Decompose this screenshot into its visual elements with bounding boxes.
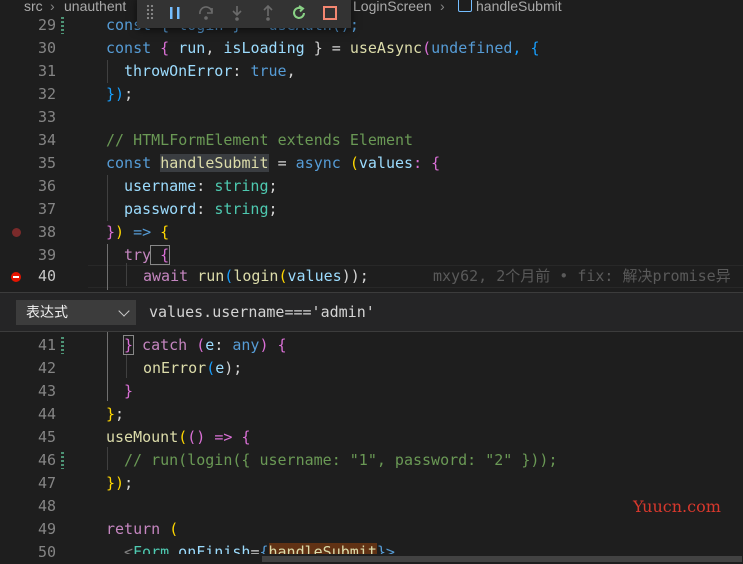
- code-line-29[interactable]: 29 const { login } = useAuth();: [0, 14, 743, 37]
- code-line-37[interactable]: 37 password: string;: [0, 198, 743, 221]
- breadcrumb-symbol[interactable]: handleSubmit: [476, 0, 562, 13]
- code-line-32[interactable]: 32 });: [0, 83, 743, 106]
- code-line-49[interactable]: 49 return (: [0, 518, 743, 541]
- breadcrumb-component[interactable]: LoginScreen: [353, 0, 432, 13]
- code-line-45[interactable]: 45 useMount(() => {: [0, 426, 743, 449]
- code-line-39[interactable]: 39 try {: [0, 244, 743, 267]
- code-line-38[interactable]: 38 }) => {: [0, 221, 743, 244]
- code-line-48[interactable]: 48: [0, 495, 743, 518]
- code-line-35[interactable]: 35 const handleSubmit = async (values: {: [0, 152, 743, 175]
- code-line-44[interactable]: 44 };: [0, 403, 743, 426]
- code-line-31[interactable]: 31 throwOnError: true,: [0, 60, 743, 83]
- debug-toolbar: [137, 0, 351, 28]
- step-over-icon[interactable]: [196, 3, 216, 23]
- git-blame-annotation: mxy62, 2个月前 • fix: 解决promise异: [433, 267, 731, 285]
- stop-icon[interactable]: [320, 3, 340, 23]
- git-modified-marker: [61, 17, 64, 34]
- chevron-down-icon: [118, 305, 130, 317]
- pause-icon[interactable]: [165, 3, 185, 23]
- breakpoint-condition-editor: 表达式 values.username==='admin': [0, 292, 743, 332]
- breakpoint-type-select[interactable]: 表达式: [16, 300, 136, 325]
- code-line-34[interactable]: 34 // HTMLFormElement extends Element: [0, 129, 743, 152]
- code-line-43[interactable]: 43 }: [0, 380, 743, 403]
- breadcrumb-separator: ›: [50, 0, 55, 14]
- scrollbar-thumb[interactable]: [262, 556, 742, 562]
- code-line-47[interactable]: 47 });: [0, 472, 743, 495]
- code-line-30[interactable]: 30 const { run, isLoading } = useAsync(u…: [0, 37, 743, 60]
- horizontal-scrollbar[interactable]: [88, 554, 743, 562]
- breadcrumb-separator: ›: [440, 0, 445, 14]
- code-line-33[interactable]: 33: [0, 106, 743, 129]
- watermark: Yuucn.com: [633, 497, 721, 516]
- drag-handle-icon[interactable]: [146, 4, 154, 20]
- breadcrumb-folder[interactable]: unauthent: [64, 0, 126, 13]
- step-into-icon[interactable]: [227, 3, 247, 23]
- git-modified-marker: [61, 452, 64, 469]
- restart-icon[interactable]: [289, 3, 309, 23]
- code-line-41[interactable]: 41 } catch (e: any) {: [0, 334, 743, 357]
- breadcrumb-src[interactable]: src: [24, 0, 43, 13]
- code-line-42[interactable]: 42 onError(e);: [0, 357, 743, 380]
- condition-expression-input[interactable]: values.username==='admin': [149, 301, 375, 323]
- code-line-36[interactable]: 36 username: string;: [0, 175, 743, 198]
- step-out-icon[interactable]: [258, 3, 278, 23]
- code-line-46[interactable]: 46 // run(login({ username: "1", passwor…: [0, 449, 743, 472]
- code-line-40[interactable]: 40 await run(login(values)); mxy62, 2个月前…: [0, 265, 743, 288]
- git-modified-marker: [61, 337, 64, 354]
- symbol-variable-icon: [458, 0, 472, 12]
